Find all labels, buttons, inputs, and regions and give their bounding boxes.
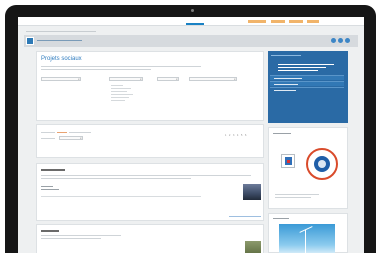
partners-title (273, 133, 291, 134)
wind-turbine-image[interactable] (279, 224, 335, 253)
filter-panel: Projets sociaux ▾ ▾ ▾ ▾ (36, 51, 264, 121)
sidebar-link-3[interactable] (270, 87, 344, 92)
partners-panel (268, 127, 348, 209)
nav-item-3[interactable] (289, 20, 303, 23)
partner-caption-2 (275, 197, 311, 198)
print-icon[interactable] (331, 38, 336, 43)
subtitle-line-2 (41, 69, 151, 70)
nav-item-2[interactable] (271, 20, 285, 23)
article-card-2 (36, 224, 264, 253)
sidebar-heading-line-3 (278, 70, 318, 71)
sort-select[interactable]: ▾ (59, 136, 83, 140)
sidebar-heading-line-2 (278, 67, 326, 68)
option-line[interactable] (111, 91, 127, 92)
images-title (273, 218, 289, 219)
screen: Projets sociaux ▾ ▾ ▾ ▾ ▾ 1 2 3 4 5 6 (18, 17, 364, 253)
nav-item-1[interactable] (248, 20, 266, 23)
images-panel (268, 213, 348, 253)
subtitle-line-1 (41, 66, 201, 67)
filter-select-3[interactable]: ▾ (157, 77, 179, 81)
sidebar-link-label (274, 84, 298, 85)
article-title[interactable] (41, 169, 65, 171)
option-line[interactable] (111, 97, 129, 98)
filter-select-2[interactable]: ▾ (109, 77, 143, 81)
chevron-down-icon: ▾ (78, 78, 80, 81)
sidebar-link-2[interactable] (270, 81, 344, 86)
article-summary-line-2 (41, 238, 101, 239)
option-line[interactable] (111, 85, 123, 86)
logo-mark-center (287, 160, 290, 163)
partner-caption (275, 194, 319, 195)
article-card-1 (36, 163, 264, 221)
article-thumbnail[interactable] (245, 241, 261, 253)
camera-icon (191, 9, 194, 12)
breadcrumb-placeholder (26, 31, 96, 32)
sidebar-heading-line-1 (278, 64, 334, 65)
results-panel: ▾ 1 2 3 4 5 6 (36, 124, 264, 158)
article-summary-line-1 (41, 235, 121, 236)
partner-logo-2[interactable] (306, 148, 338, 180)
nav-item-4[interactable] (307, 20, 319, 23)
header-actions (331, 38, 350, 43)
read-more-link[interactable] (229, 216, 261, 217)
article-thumbnail[interactable] (243, 184, 261, 200)
pagination[interactable]: 1 2 3 4 5 6 (225, 134, 247, 137)
chevron-down-icon: ▾ (234, 78, 236, 81)
chevron-down-icon: ▾ (176, 78, 178, 81)
article-title[interactable] (41, 230, 59, 232)
article-summary-line-2 (41, 178, 191, 179)
sidebar-link-1[interactable] (270, 75, 344, 80)
filter-select-4[interactable]: ▾ (189, 77, 237, 81)
top-navigation (18, 17, 364, 26)
article-summary-line-1 (41, 175, 251, 176)
meta-label-1 (41, 186, 53, 187)
share-icon[interactable] (338, 38, 343, 43)
results-highlight (57, 132, 67, 133)
sidebar-link-label (274, 90, 296, 91)
section-title-placeholder (37, 40, 82, 41)
turbine-mast (305, 230, 306, 253)
page-title: Projets sociaux (41, 56, 82, 62)
email-icon[interactable] (345, 38, 350, 43)
sort-label (41, 138, 55, 139)
option-line[interactable] (111, 88, 131, 89)
article-body (41, 196, 201, 197)
section-header (24, 35, 358, 47)
sidebar-link-label (274, 78, 302, 79)
sidebar-menu (268, 51, 348, 123)
section-icon (26, 37, 34, 45)
filter-select-1[interactable]: ▾ (41, 77, 81, 81)
results-text (41, 132, 55, 133)
logo-seal-center (318, 160, 326, 168)
chevron-down-icon: ▾ (140, 78, 142, 81)
sidebar-title (271, 55, 301, 56)
option-line[interactable] (111, 100, 125, 101)
option-line[interactable] (111, 94, 133, 95)
meta-label-2 (41, 189, 59, 190)
partner-logo-1[interactable] (281, 154, 295, 168)
results-text-after (69, 132, 91, 133)
turbine-blade (299, 226, 313, 233)
nav-item-active[interactable] (186, 23, 204, 25)
chevron-down-icon: ▾ (80, 137, 82, 140)
